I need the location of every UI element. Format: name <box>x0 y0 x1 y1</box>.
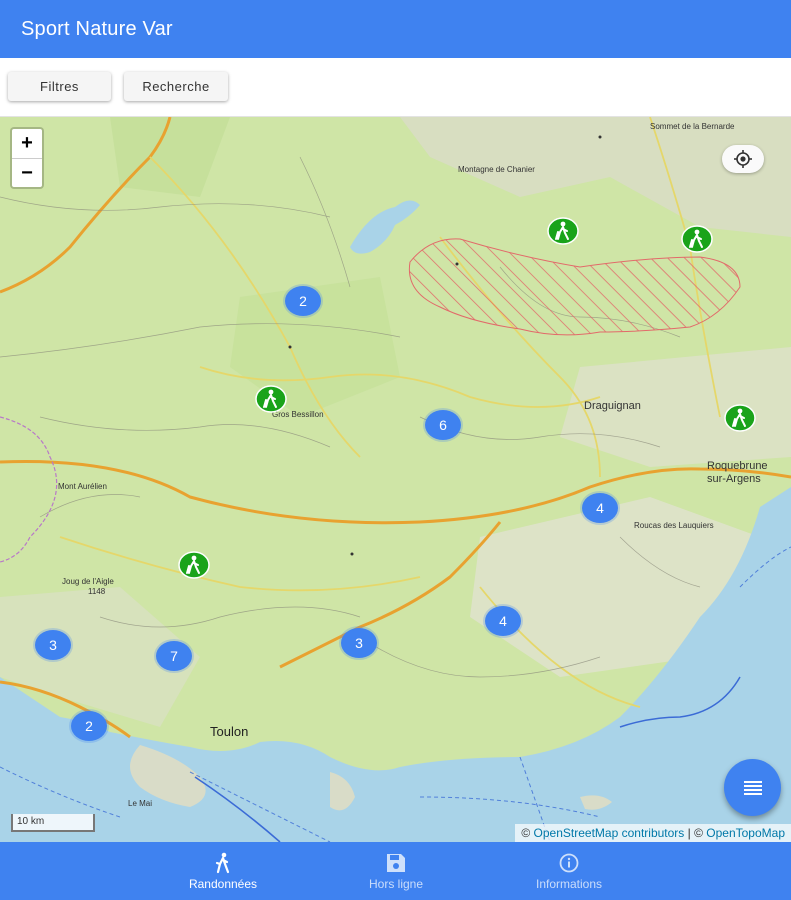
place-label-mont-aurelien: Mont Aurélien <box>58 482 107 491</box>
app-bar: Sport Nature Var <box>0 0 791 58</box>
place-label-montagne-chanier: Montagne de Chanier <box>458 165 535 174</box>
cluster-marker[interactable]: 4 <box>582 493 618 523</box>
nav-item-informations[interactable]: Informations <box>484 842 654 900</box>
crosshair-icon <box>734 150 752 168</box>
cluster-marker[interactable]: 4 <box>485 606 521 636</box>
nav-label: Informations <box>535 877 603 891</box>
osm-attribution-link[interactable]: OpenStreetMap contributors <box>534 826 685 840</box>
info-icon <box>559 853 579 873</box>
search-button[interactable]: Recherche <box>124 72 228 101</box>
nav-item-hors-ligne[interactable]: Hors ligne <box>311 842 481 900</box>
hiking-poi-marker[interactable] <box>178 551 210 579</box>
place-label-sommet-bernarde: Sommet de la Bernarde <box>650 122 735 131</box>
map-tiles <box>0 117 791 842</box>
zoom-out-button[interactable]: − <box>12 158 42 187</box>
hiking-poi-marker[interactable] <box>547 217 579 245</box>
place-label-roucas: Roucas des Lauquiers <box>634 521 714 530</box>
filter-toolbar: Filtres Recherche <box>0 58 791 117</box>
nav-item-randonnees[interactable]: Randonnées <box>138 842 308 900</box>
cluster-marker[interactable]: 2 <box>71 711 107 741</box>
place-label-sur-argens: sur-Argens <box>707 473 761 485</box>
hiking-poi-marker[interactable] <box>681 225 713 253</box>
hiking-poi-marker[interactable] <box>724 404 756 432</box>
place-label-le-mai: Le Mai <box>128 799 153 808</box>
nav-label: Hors ligne <box>368 877 424 891</box>
place-label-draguignan: Draguignan <box>584 400 641 412</box>
map-view[interactable]: Draguignan Roquebrune sur-Argens Toulon … <box>0 117 791 842</box>
attribution-prefix: © <box>521 826 534 840</box>
app-title: Sport Nature Var <box>21 17 173 40</box>
cluster-marker[interactable]: 3 <box>35 630 71 660</box>
list-fab-button[interactable] <box>724 759 781 816</box>
filters-button[interactable]: Filtres <box>8 72 111 101</box>
opentopomap-attribution-link[interactable]: OpenTopoMap <box>706 826 785 840</box>
zoom-control: + − <box>10 127 44 189</box>
cluster-marker[interactable]: 7 <box>156 641 192 671</box>
scale-bar: 10 km <box>11 814 95 832</box>
place-label-roquebrune: Roquebrune <box>707 460 768 472</box>
locate-button[interactable] <box>722 145 764 173</box>
nav-label: Randonnées <box>188 877 258 891</box>
cluster-marker[interactable]: 6 <box>425 410 461 440</box>
cluster-marker[interactable]: 2 <box>285 286 321 316</box>
place-label-joug-aigle: Joug de l'Aigle <box>62 577 114 586</box>
list-icon <box>743 780 762 795</box>
save-icon <box>387 854 405 872</box>
cluster-marker[interactable]: 3 <box>341 628 377 658</box>
hiking-icon <box>215 852 230 874</box>
place-label-joug-altitude: 1148 <box>88 587 106 596</box>
attribution-separator: | © <box>684 826 707 840</box>
place-label-toulon: Toulon <box>210 724 249 739</box>
hiking-poi-marker[interactable] <box>255 385 287 413</box>
zoom-in-button[interactable]: + <box>12 129 42 158</box>
bottom-navigation: Randonnées Hors ligne Informations <box>0 842 791 900</box>
map-attribution: © OpenStreetMap contributors | © OpenTop… <box>515 824 791 842</box>
